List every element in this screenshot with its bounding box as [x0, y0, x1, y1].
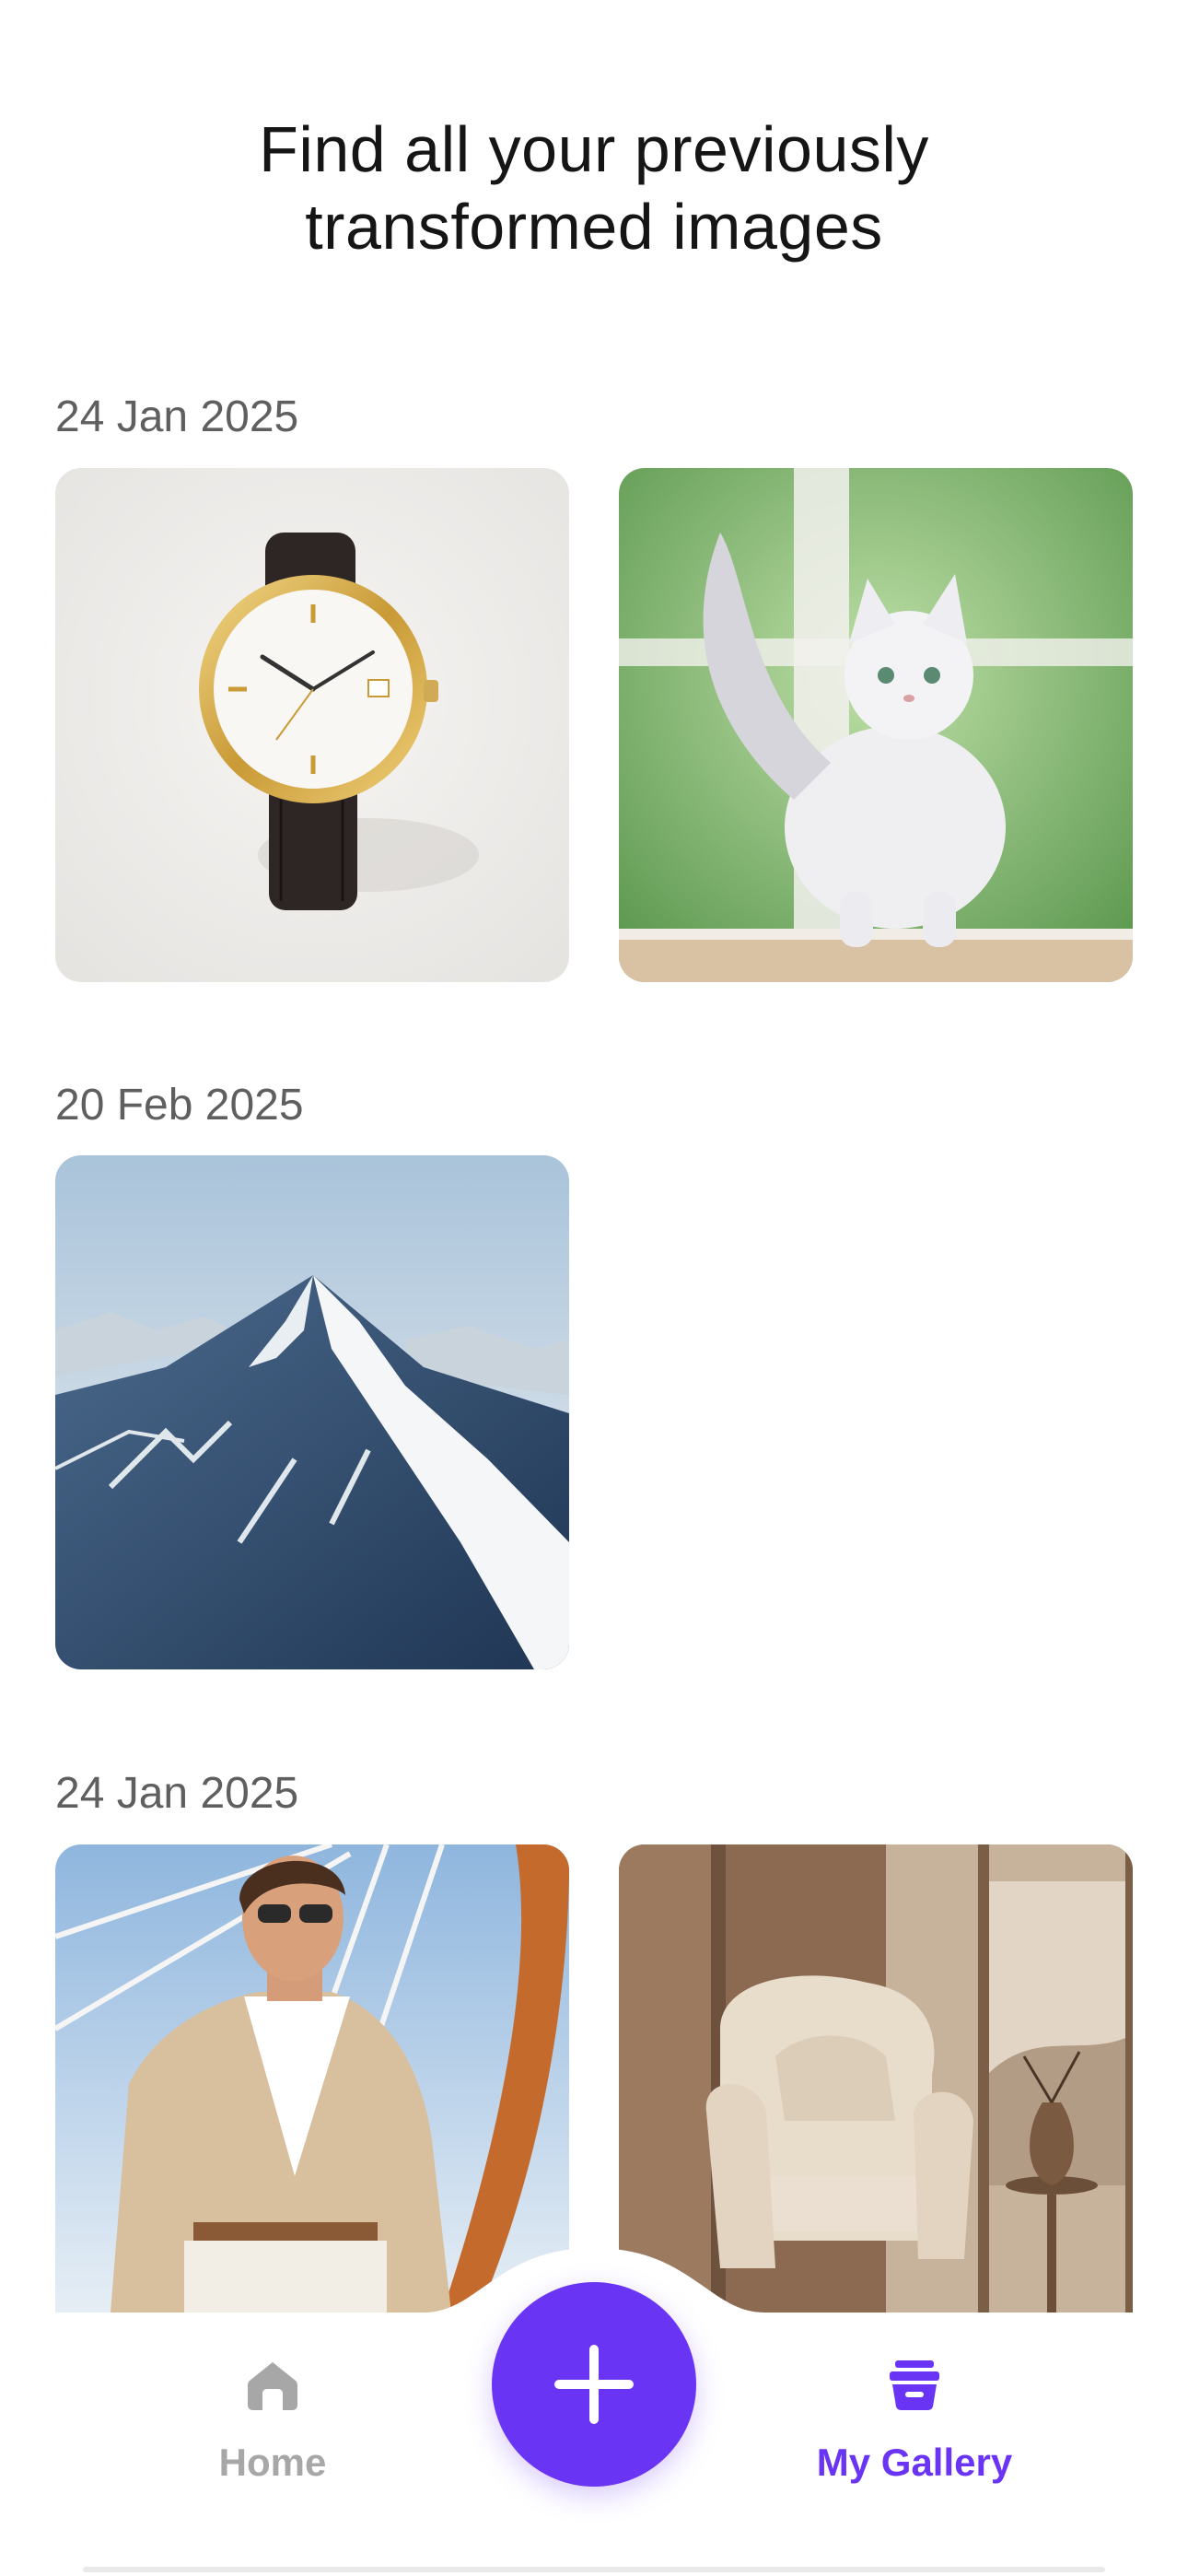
mountain-image[interactable]: [55, 1155, 569, 1669]
add-button[interactable]: [492, 2282, 696, 2487]
man-portrait-image[interactable]: [55, 1844, 569, 2313]
tab-home[interactable]: Home: [116, 2359, 429, 2485]
tab-home-label: Home: [218, 2441, 327, 2484]
date-header: 24 Jan 2025: [55, 1769, 299, 1818]
page-title: Find all your previously transformed ima…: [0, 111, 1188, 265]
tab-my-gallery[interactable]: My Gallery: [758, 2359, 1071, 2485]
armchair-image[interactable]: [619, 1844, 1133, 2313]
mountain-image-graphic: [55, 1155, 569, 1669]
tab-my-gallery-label: My Gallery: [816, 2441, 1013, 2484]
armchair-image-graphic: [619, 1844, 1133, 2313]
page-title-line-2: transformed images: [305, 191, 883, 263]
date-header: 24 Jan 2025: [55, 392, 299, 441]
gallery-screen: Find all your previously transformed ima…: [0, 0, 1188, 2576]
watch-image[interactable]: [55, 468, 569, 982]
house-icon: [248, 2362, 297, 2410]
date-header: 20 Feb 2025: [55, 1081, 304, 1130]
page-title-line-1: Find all your previously: [259, 113, 929, 185]
archive-box-icon: [890, 2360, 939, 2410]
man-portrait-image-graphic: [55, 1844, 569, 2313]
plus-icon-vertical: [589, 2345, 599, 2424]
watch-image-graphic: [55, 468, 569, 982]
cat-image-graphic: [619, 468, 1133, 982]
home-indicator: [83, 2567, 1105, 2572]
cat-image[interactable]: [619, 468, 1133, 982]
